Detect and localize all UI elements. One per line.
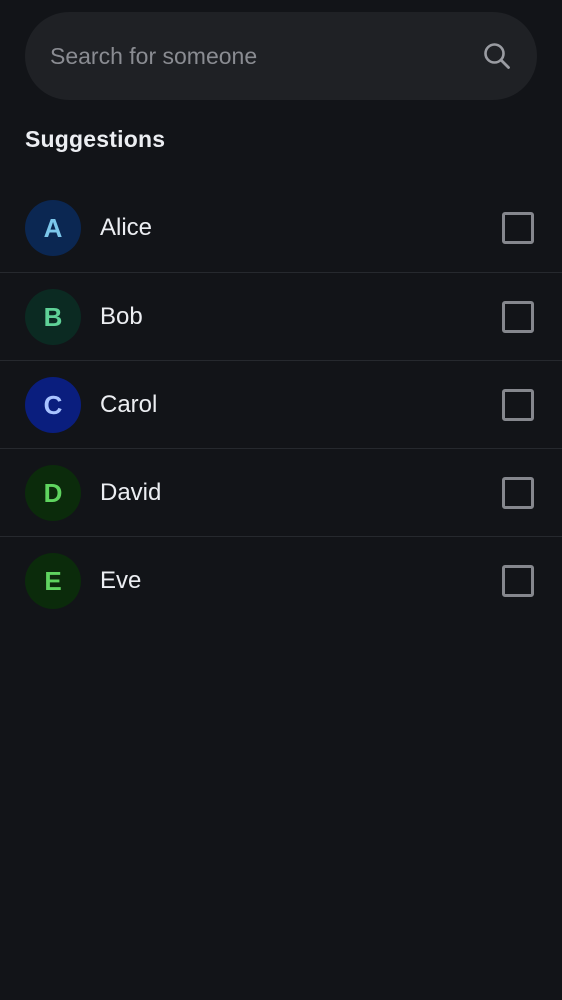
select-checkbox[interactable] bbox=[502, 301, 534, 333]
contact-row[interactable]: B Bob bbox=[0, 272, 562, 360]
suggestions-heading: Suggestions bbox=[25, 126, 166, 152]
contact-name: Alice bbox=[100, 214, 153, 241]
search-icon[interactable] bbox=[481, 40, 513, 72]
avatar: A bbox=[25, 200, 81, 256]
contact-row[interactable]: C Carol bbox=[0, 360, 562, 448]
contact-name: David bbox=[100, 479, 162, 506]
avatar: C bbox=[25, 377, 81, 433]
avatar: E bbox=[25, 553, 81, 609]
search-input[interactable] bbox=[50, 36, 481, 76]
avatar: D bbox=[25, 465, 81, 521]
contact-row[interactable]: D David bbox=[0, 448, 562, 536]
select-checkbox[interactable] bbox=[502, 212, 534, 244]
search-bar[interactable] bbox=[25, 12, 537, 100]
select-checkbox[interactable] bbox=[502, 565, 534, 597]
contact-name: Bob bbox=[100, 303, 143, 330]
contact-row[interactable]: E Eve bbox=[0, 536, 562, 624]
avatar: B bbox=[25, 289, 81, 345]
contact-name: Carol bbox=[100, 391, 158, 418]
select-checkbox[interactable] bbox=[502, 389, 534, 421]
select-checkbox[interactable] bbox=[502, 477, 534, 509]
contact-picker-screen: Suggestions A Alice B Bob C Carol D Davi… bbox=[0, 0, 562, 1000]
contact-row[interactable]: A Alice bbox=[0, 184, 562, 272]
suggestions-list: A Alice B Bob C Carol D David E Eve bbox=[0, 184, 562, 624]
contact-name: Eve bbox=[100, 567, 142, 594]
